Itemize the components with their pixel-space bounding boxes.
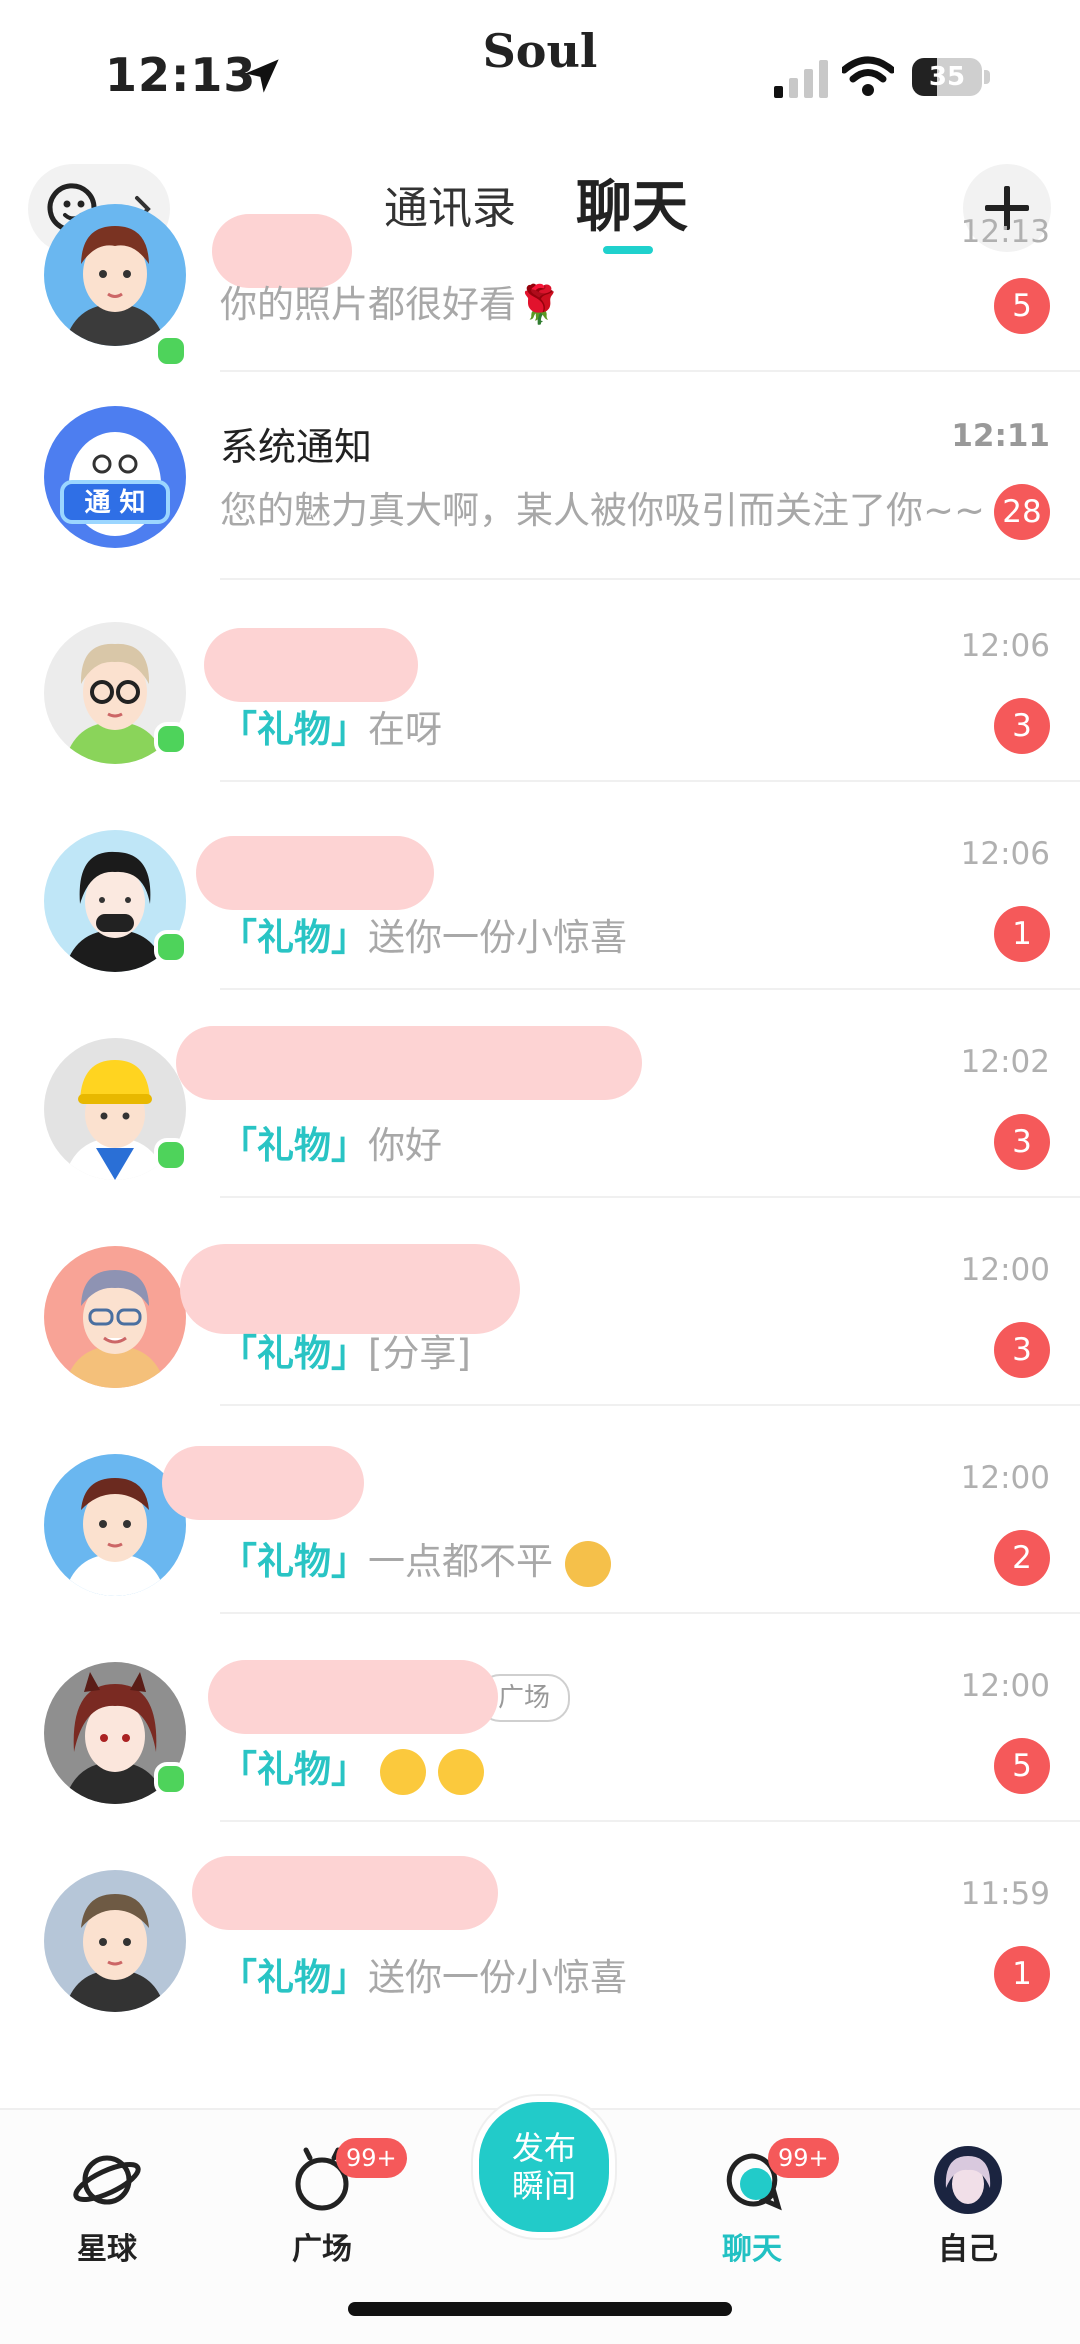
online-indicator [154,334,188,368]
chat-preview: 「礼物」送你一份小惊喜 [220,1956,627,1999]
status-bar: 12:13 Soul 35 [0,0,1080,140]
chat-row[interactable]: 12:02 「礼物」你好 3 [0,990,1080,1198]
unread-badge: 28 [994,484,1050,540]
unread-badge: 2 [994,1530,1050,1586]
publish-label-2: 瞬间 [511,2167,576,2205]
gift-label: 「礼物」 [220,1956,368,1999]
chat-time: 12:00 [960,1252,1050,1288]
chat-time: 12:02 [960,1044,1050,1080]
chat-name: 系统通知 [220,425,373,469]
nav-me-label: 自己 [938,2232,998,2267]
planet-icon [73,2155,141,2205]
online-indicator [154,1762,188,1796]
chat-time: 12:00 [960,1460,1050,1496]
chat-preview: 「礼物」一点都不平 [220,1531,611,1587]
gift-label: 「礼物」 [220,708,368,751]
redacted-name [162,1446,364,1520]
chat-time: 12:06 [960,836,1050,872]
chat-time: 12:00 [960,1668,1050,1704]
chat-preview: 「礼物」你好 [220,1124,442,1167]
chat-badge: 99+ [768,2138,839,2178]
redacted-name [196,836,434,910]
nav-square-label: 广场 [292,2232,352,2267]
redacted-name [192,1856,498,1930]
publish-moment-button[interactable]: 发布 瞬间 [473,2096,615,2238]
wifi-icon [842,56,894,96]
system-notice-avatar[interactable]: 通 知 [44,406,186,548]
chat-row[interactable]: 12:00 「礼物」[分享] 3 [0,1198,1080,1406]
unread-badge: 3 [994,1322,1050,1378]
nav-chat-label: 聊天 [722,2232,782,2267]
unread-badge: 3 [994,1114,1050,1170]
chat-row[interactable]: 12:06 「礼物」送你一份小惊喜 1 [0,782,1080,990]
chat-preview: 「礼物」 [220,1739,484,1795]
dog-emoji-icon [564,1540,611,1587]
gift-label: 「礼物」 [220,1332,368,1375]
chat-preview: 「礼物」[分享] [220,1332,471,1375]
avatar[interactable] [44,204,186,346]
chat-row[interactable]: 通 知 系统通知 12:11 您的魅力真大啊，某人被你吸引而关注了你~~ 28 [0,366,1080,580]
online-indicator [154,1138,188,1172]
flushed-face-emoji-icon [437,1748,484,1795]
chat-row[interactable]: 广场 12:00 「礼物」 5 [0,1614,1080,1822]
redacted-name [180,1244,520,1334]
redacted-name [176,1026,642,1100]
svg-text:通 知: 通 知 [84,488,145,518]
chat-time: 12:11 [951,418,1050,454]
nav-planet-label: 星球 [77,2232,137,2267]
online-indicator [154,930,188,964]
chat-row[interactable]: 12:13 你的照片都很好看🌹 5 [0,158,1080,372]
gift-label: 「礼物」 [220,1748,368,1791]
chat-preview: 你的照片都很好看🌹 [220,283,563,326]
chat-preview: 您的魅力真大啊，某人被你吸引而关注了你~~ [220,489,986,532]
gift-label: 「礼物」 [220,1540,368,1583]
avatar[interactable] [44,1870,186,2012]
unread-badge: 5 [994,1738,1050,1794]
chat-time: 11:59 [960,1876,1050,1912]
cellular-signal-icon [774,60,828,98]
avatar[interactable] [44,1246,186,1388]
chat-row[interactable]: 12:06 「礼物」在呀 3 [0,574,1080,782]
chat-preview: 「礼物」送你一份小惊喜 [220,916,627,959]
user-avatar-icon [934,2146,1002,2214]
unread-badge: 5 [994,278,1050,334]
gift-label: 「礼物」 [220,916,368,959]
battery-indicator: 35 [912,58,990,96]
unread-badge: 3 [994,698,1050,754]
publish-label-1: 发布 [511,2129,576,2167]
chat-time: 12:13 [960,214,1050,250]
online-indicator [154,722,188,756]
unread-badge: 1 [994,1946,1050,2002]
redacted-name [204,628,418,702]
battery-percent: 35 [928,62,966,92]
gift-label: 「礼物」 [220,1124,368,1167]
unread-badge: 1 [994,906,1050,962]
redacted-name [208,1660,498,1734]
chat-time: 12:06 [960,628,1050,664]
chat-row[interactable]: 12:00 「礼物」一点都不平 2 [0,1406,1080,1614]
square-badge: 99+ [336,2138,407,2178]
flushed-face-emoji-icon [379,1748,426,1795]
home-indicator [348,2302,732,2316]
chat-row[interactable]: 11:59 「礼物」送你一份小惊喜 1 [0,1822,1080,2030]
chat-preview: 「礼物」在呀 [220,708,442,751]
